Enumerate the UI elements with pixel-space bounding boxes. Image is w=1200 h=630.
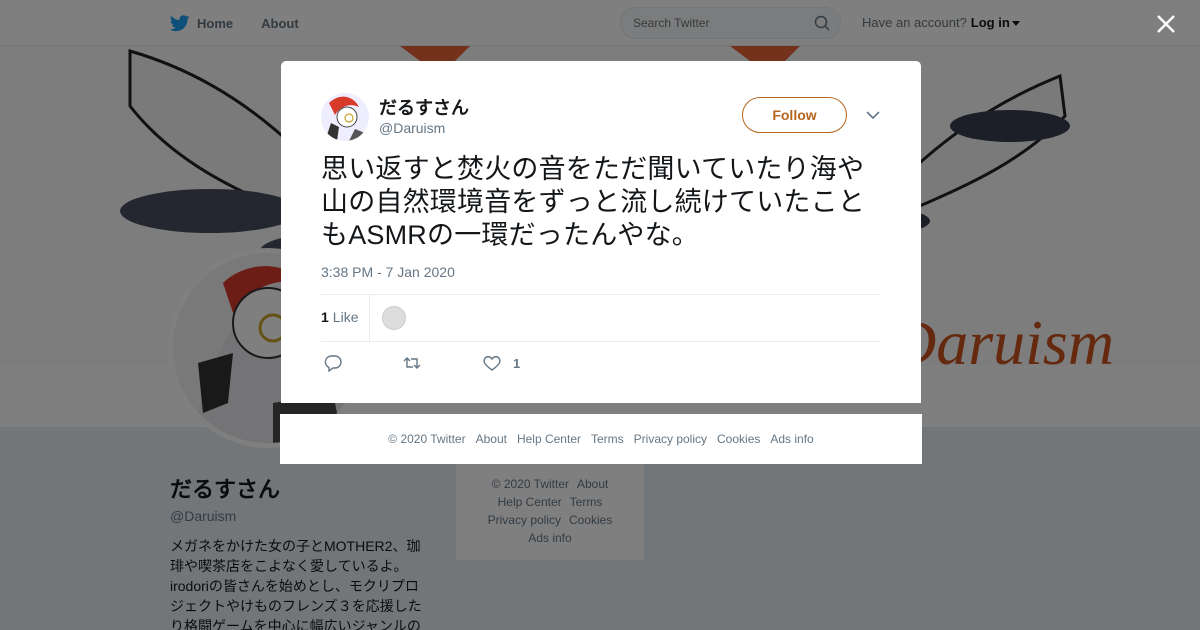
likes-label: Like [332,309,359,325]
reply-action[interactable] [324,354,354,372]
stats-divider-bottom [321,341,881,342]
chevron-down-icon[interactable] [866,110,880,120]
modal-footer-about[interactable]: About [476,432,507,446]
follow-button[interactable]: Follow [742,97,847,133]
modal-footer: © 2020 Twitter About Help Center Terms P… [280,414,922,464]
retweet-action[interactable] [403,354,433,372]
like-action[interactable]: 1 [483,354,520,372]
tweet-author-name[interactable]: だるすさん [379,94,469,120]
modal-footer-terms[interactable]: Terms [591,432,624,446]
tweet-text: 思い返すと焚火の音をただ聞いていたり海や山の自然環境音をずっと流し続けていたこと… [321,154,865,250]
modal-footer-copyright: © 2020 Twitter [388,432,466,446]
likes-count: 1 [321,309,329,325]
tweet-author-avatar-image [321,93,369,141]
modal-footer-cookies[interactable]: Cookies [717,432,760,446]
modal-footer-ads[interactable]: Ads info [770,432,813,446]
tweet-author-handle[interactable]: @Daruism [379,120,445,136]
reply-icon[interactable] [324,354,342,372]
heart-icon[interactable] [483,354,501,372]
liker-avatar[interactable] [382,306,406,330]
tweet-modal: だるすさん @Daruism Follow 思い返すと焚火の音をただ聞いていたり… [281,61,921,403]
stat-divider [369,295,370,341]
close-icon[interactable] [1154,12,1178,36]
stats-divider-top [321,294,881,295]
retweet-icon[interactable] [403,354,421,372]
tweet-author-avatar[interactable] [321,93,369,141]
tweet-timestamp[interactable]: 3:38 PM - 7 Jan 2020 [321,264,455,280]
modal-footer-help[interactable]: Help Center [517,432,581,446]
like-action-count: 1 [513,355,521,371]
modal-footer-privacy[interactable]: Privacy policy [634,432,707,446]
likes-stat[interactable]: 1 Like [321,309,358,325]
